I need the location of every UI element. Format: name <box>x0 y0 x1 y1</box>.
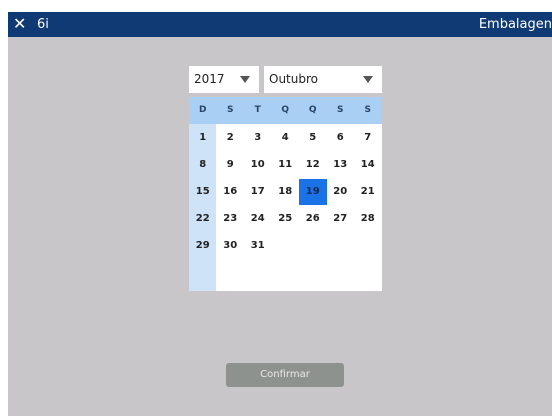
calendar-day[interactable]: 22 <box>189 206 217 232</box>
calendar-day[interactable]: 9 <box>217 152 245 178</box>
calendar-day[interactable]: 20 <box>327 179 355 205</box>
year-select[interactable]: 2017 <box>189 66 259 93</box>
calendar-day[interactable]: 17 <box>244 179 272 205</box>
calendar-day[interactable]: 31 <box>244 233 272 259</box>
calendar-day[interactable]: 11 <box>272 152 300 178</box>
calendar-day[interactable]: 18 <box>272 179 300 205</box>
weekday-label: S <box>227 105 234 115</box>
calendar-day[interactable]: 2 <box>217 125 245 151</box>
calendar-day[interactable]: 21 <box>354 179 382 205</box>
chevron-down-icon <box>363 76 373 83</box>
calendar-day[interactable]: 24 <box>244 206 272 232</box>
calendar-day[interactable]: 30 <box>217 233 245 259</box>
window-title: 6i <box>37 17 49 32</box>
calendar-day[interactable]: 26 <box>299 206 327 232</box>
calendar-day[interactable]: 28 <box>354 206 382 232</box>
weekday-label: D <box>199 105 207 115</box>
year-value: 2017 <box>194 72 225 86</box>
calendar-day[interactable]: 3 <box>244 125 272 151</box>
app-window: ✕ 6i Embalagen 2017 Outubro DSTQQSS 1234… <box>8 12 552 416</box>
calendar-day[interactable]: 29 <box>189 233 217 259</box>
calendar-day[interactable]: 12 <box>299 152 327 178</box>
calendar-day[interactable]: 7 <box>354 125 382 151</box>
calendar-day[interactable]: 25 <box>272 206 300 232</box>
calendar-grid: DSTQQSS 1 2 3 4 5 6 7 8 9 10 11 12 13 14 15 16 17 18 19 20 2… <box>189 97 382 291</box>
calendar-day[interactable]: 16 <box>217 179 245 205</box>
calendar-day[interactable]: 10 <box>244 152 272 178</box>
calendar-day[interactable]: 23 <box>217 206 245 232</box>
calendar-day[interactable]: 4 <box>272 125 300 151</box>
month-select[interactable]: Outubro <box>264 66 382 93</box>
weekday-label: Q <box>281 105 290 115</box>
calendar-day[interactable]: 14 <box>354 152 382 178</box>
calendar-day[interactable]: 6 <box>327 125 355 151</box>
title-bar: ✕ 6i Embalagen <box>8 12 552 37</box>
selected-day[interactable]: 19 <box>299 179 327 205</box>
section-title: Embalagen <box>478 17 552 32</box>
calendar-day[interactable]: 8 <box>189 152 217 178</box>
weekday-header: DSTQQSS <box>189 97 382 124</box>
weekday-label: S <box>337 105 344 115</box>
confirm-button[interactable]: Confirmar <box>226 363 344 387</box>
weekday-label: T <box>254 105 261 115</box>
calendar-day[interactable]: 15 <box>189 179 217 205</box>
weekday-label: Q <box>308 105 317 115</box>
calendar-day[interactable]: 5 <box>299 125 327 151</box>
month-value: Outubro <box>269 72 318 86</box>
calendar-day[interactable]: 13 <box>327 152 355 178</box>
chevron-down-icon <box>240 76 250 83</box>
calendar-day[interactable]: 1 <box>189 125 217 151</box>
weekday-label: S <box>364 105 371 115</box>
calendar-day[interactable]: 27 <box>327 206 355 232</box>
close-icon[interactable]: ✕ <box>13 15 29 33</box>
